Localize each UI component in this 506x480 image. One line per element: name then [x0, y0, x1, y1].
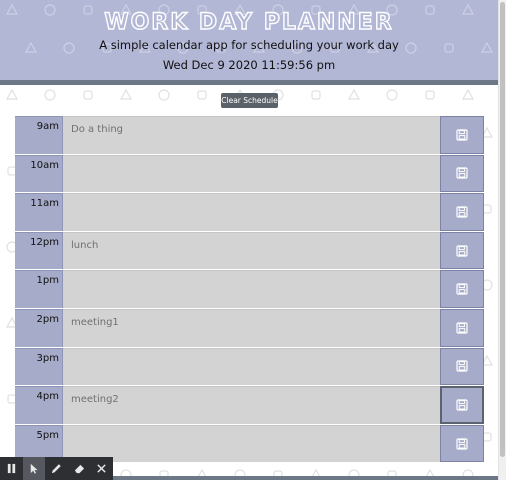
save-button[interactable]	[440, 347, 484, 386]
vertical-scrollbar[interactable]	[498, 0, 506, 480]
description-input[interactable]	[63, 308, 440, 347]
planner-rows: 9am 10am 11am 12pm 1pm 2pm 3pm 4pm 5pm	[15, 116, 485, 464]
hour-label: 3pm	[15, 347, 63, 386]
close-icon	[97, 464, 106, 473]
floppy-disk-icon	[456, 129, 468, 141]
hour-label: 9am	[15, 116, 63, 154]
floppy-disk-icon	[456, 322, 468, 334]
save-button[interactable]	[440, 270, 484, 308]
pointer-icon	[31, 463, 38, 474]
time-block-row: 4pm	[15, 386, 485, 425]
page-subtitle: A simple calendar app for scheduling you…	[99, 38, 399, 52]
doodle-mark	[386, 89, 398, 101]
hour-label: 2pm	[15, 308, 63, 347]
doodle-mark	[425, 90, 435, 100]
doodle-mark	[5, 88, 19, 100]
description-input[interactable]	[63, 386, 440, 424]
description-input[interactable]	[63, 424, 440, 463]
hour-label: 4pm	[15, 386, 63, 424]
doodle-mark	[197, 90, 207, 100]
time-block-row: 12pm	[15, 231, 485, 271]
description-input[interactable]	[63, 270, 440, 308]
floppy-disk-icon	[456, 206, 468, 218]
description-input[interactable]	[63, 193, 440, 231]
description-input[interactable]	[63, 154, 440, 193]
time-block-row: 3pm	[15, 347, 485, 387]
hour-label: 11am	[15, 193, 63, 231]
page-title: WORK DAY PLANNER	[104, 9, 394, 35]
page-header: WORK DAY PLANNER A simple calendar app f…	[0, 0, 498, 80]
save-button[interactable]	[440, 424, 484, 463]
pause-button[interactable]	[0, 457, 23, 480]
current-datetime: Wed Dec 9 2020 11:59:56 pm	[162, 58, 336, 72]
doodle-mark	[311, 90, 321, 100]
hour-label: 10am	[15, 154, 63, 193]
floppy-disk-icon	[456, 167, 468, 179]
save-button[interactable]	[440, 116, 484, 154]
footer-divider	[113, 476, 498, 480]
doodle-mark	[44, 89, 56, 101]
save-button[interactable]	[440, 386, 484, 424]
pointer-tool-button[interactable]	[22, 457, 46, 480]
close-toolbar-button[interactable]	[90, 457, 113, 480]
pencil-tool-button[interactable]	[45, 457, 68, 480]
save-button[interactable]	[440, 193, 484, 231]
eraser-tool-button[interactable]	[68, 457, 91, 480]
doodle-mark	[83, 90, 93, 100]
floppy-disk-icon	[456, 244, 468, 257]
eraser-icon	[74, 464, 84, 474]
annotation-toolbar	[0, 457, 113, 480]
pencil-icon	[51, 464, 61, 474]
save-button[interactable]	[440, 154, 484, 193]
time-block-row: 11am	[15, 193, 485, 232]
time-block-row: 2pm	[15, 308, 485, 348]
floppy-disk-icon	[456, 437, 468, 450]
doodle-mark	[347, 88, 361, 100]
doodle-mark	[158, 89, 170, 101]
hour-label: 12pm	[15, 231, 63, 270]
clear-schedule-button[interactable]: Clear Schedule	[221, 93, 278, 108]
scrollbar-thumb[interactable]	[500, 2, 505, 457]
time-block-row: 10am	[15, 154, 485, 194]
description-input[interactable]	[63, 116, 440, 154]
time-block-row: 1pm	[15, 270, 485, 309]
floppy-disk-icon	[456, 399, 468, 411]
doodle-mark	[119, 88, 133, 100]
doodle-mark	[461, 88, 475, 100]
save-button[interactable]	[440, 231, 484, 270]
floppy-disk-icon	[456, 360, 468, 372]
floppy-disk-icon	[456, 283, 468, 295]
hour-label: 1pm	[15, 270, 63, 308]
save-button[interactable]	[440, 308, 484, 347]
pause-icon	[7, 463, 15, 474]
time-block-row: 9am	[15, 116, 485, 155]
description-input[interactable]	[63, 347, 440, 386]
description-input[interactable]	[63, 231, 440, 270]
